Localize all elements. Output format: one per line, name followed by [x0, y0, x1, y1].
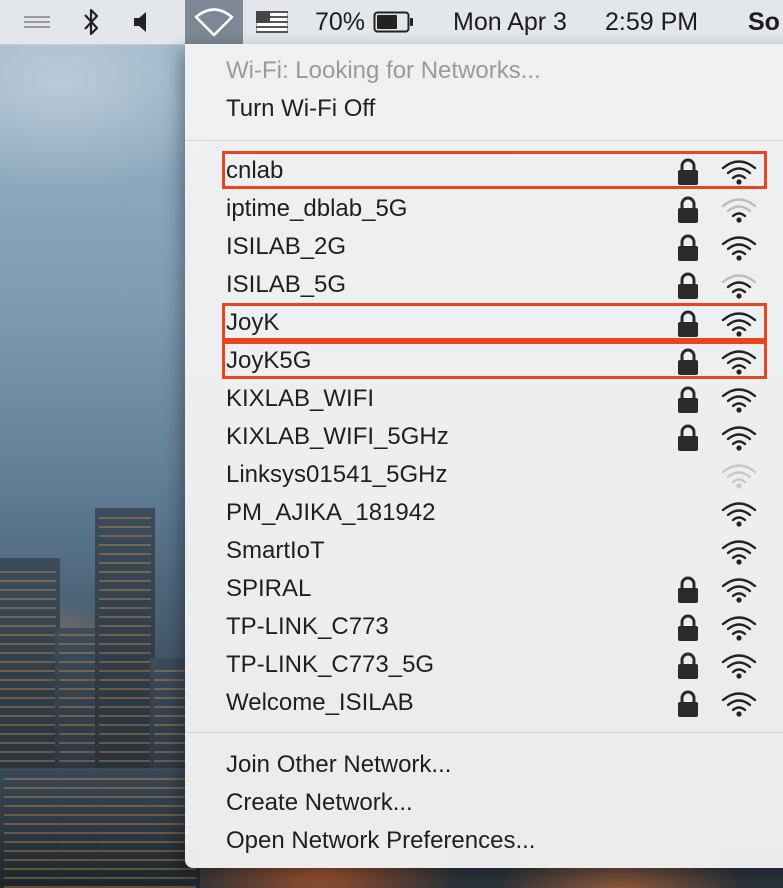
user-menu[interactable]: So — [748, 0, 780, 44]
lock-icon — [675, 651, 701, 681]
network-name: ISILAB_5G — [226, 271, 347, 298]
wifi-signal-icon — [719, 690, 759, 718]
network-item[interactable]: iptime_dblab_5G — [185, 190, 783, 228]
battery-percent: 70% — [315, 7, 366, 36]
wifi-signal-icon — [719, 576, 759, 604]
network-name: PM_AJIKA_181942 — [226, 499, 436, 526]
lock-icon — [675, 195, 701, 225]
network-item[interactable]: KIXLAB_WIFI — [185, 380, 783, 418]
date-text: Mon Apr 3 — [453, 7, 567, 36]
wifi-dropdown-menu: Wi-Fi: Looking for Networks... Turn Wi-F… — [185, 44, 783, 868]
network-name: ISILAB_2G — [226, 233, 347, 260]
network-item[interactable]: SPIRAL — [185, 570, 783, 608]
create-network-item[interactable]: Create Network... — [185, 784, 783, 822]
network-item[interactable]: PM_AJIKA_181942 — [185, 494, 783, 532]
sidebar-lines-icon[interactable] — [22, 0, 58, 44]
network-name: SPIRAL — [226, 575, 312, 602]
network-name: TP-LINK_C773 — [226, 613, 389, 640]
network-name: JoyK5G — [226, 347, 312, 374]
lock-icon — [675, 233, 701, 263]
wifi-signal-icon — [719, 310, 759, 338]
wallpaper-building — [0, 768, 200, 888]
create-network-label: Create Network... — [226, 789, 413, 816]
wifi-status-text: Wi-Fi: Looking for Networks... — [226, 57, 541, 84]
bluetooth-icon[interactable] — [80, 0, 106, 44]
menu-separator — [185, 732, 783, 733]
lock-icon — [675, 385, 701, 415]
wifi-signal-icon — [719, 386, 759, 414]
network-name: Linksys01541_5GHz — [226, 461, 448, 488]
network-item[interactable]: SmartIoT — [185, 532, 783, 570]
network-item[interactable]: JoyK — [185, 304, 783, 342]
us-flag-icon[interactable] — [256, 0, 292, 44]
network-item[interactable]: TP-LINK_C773_5G — [185, 646, 783, 684]
network-item[interactable]: TP-LINK_C773 — [185, 608, 783, 646]
lock-icon — [675, 309, 701, 339]
wifi-signal-icon — [719, 158, 759, 186]
network-name: Welcome_ISILAB — [226, 689, 414, 716]
network-name: iptime_dblab_5G — [226, 195, 408, 222]
battery-icon — [373, 11, 415, 33]
network-name: KIXLAB_WIFI — [226, 385, 375, 412]
lock-icon — [675, 271, 701, 301]
join-other-network-item[interactable]: Join Other Network... — [185, 746, 783, 784]
join-other-network-label: Join Other Network... — [226, 751, 452, 778]
turn-wifi-off-item[interactable]: Turn Wi-Fi Off — [185, 90, 783, 128]
network-item[interactable]: Linksys01541_5GHz — [185, 456, 783, 494]
open-network-preferences-item[interactable]: Open Network Preferences... — [185, 822, 783, 860]
lock-icon — [675, 347, 701, 377]
network-item[interactable]: ISILAB_2G — [185, 228, 783, 266]
user-name: So — [748, 7, 780, 36]
wifi-signal-icon — [719, 272, 759, 300]
menu-bar: 70% Mon Apr 3 2:59 PM So — [0, 0, 783, 45]
network-name: KIXLAB_WIFI_5GHz — [226, 423, 449, 450]
wifi-signal-icon — [719, 500, 759, 528]
wifi-signal-icon — [719, 348, 759, 376]
network-item[interactable]: cnlab — [185, 152, 783, 190]
clock[interactable]: 2:59 PM — [605, 0, 698, 44]
lock-icon — [675, 613, 701, 643]
wifi-signal-icon — [719, 462, 759, 490]
wifi-signal-icon — [719, 538, 759, 566]
wifi-signal-icon — [719, 614, 759, 642]
wifi-menu-button[interactable] — [185, 0, 243, 44]
turn-wifi-off-label: Turn Wi-Fi Off — [226, 95, 376, 122]
lock-icon — [675, 575, 701, 605]
network-name: TP-LINK_C773_5G — [226, 651, 435, 678]
lock-icon — [675, 689, 701, 719]
lock-icon — [675, 423, 701, 453]
time-text: 2:59 PM — [605, 7, 699, 36]
wifi-signal-icon — [719, 234, 759, 262]
wifi-icon — [192, 6, 236, 38]
network-item[interactable]: KIXLAB_WIFI_5GHz — [185, 418, 783, 456]
network-name: JoyK — [226, 309, 280, 336]
volume-icon[interactable] — [130, 0, 160, 44]
wifi-signal-icon — [719, 652, 759, 680]
wifi-status: Wi-Fi: Looking for Networks... — [185, 52, 783, 90]
date-display[interactable]: Mon Apr 3 — [453, 0, 567, 44]
lock-icon — [675, 157, 701, 187]
network-item[interactable]: Welcome_ISILAB — [185, 684, 783, 722]
battery-menu[interactable]: 70% — [315, 0, 415, 44]
network-name: SmartIoT — [226, 537, 325, 564]
network-name: cnlab — [226, 157, 284, 184]
network-item[interactable]: JoyK5G — [185, 342, 783, 380]
network-item[interactable]: ISILAB_5G — [185, 266, 783, 304]
open-network-preferences-label: Open Network Preferences... — [226, 827, 536, 854]
menu-separator — [185, 140, 783, 141]
wifi-signal-icon — [719, 424, 759, 452]
wifi-signal-icon — [719, 196, 759, 224]
